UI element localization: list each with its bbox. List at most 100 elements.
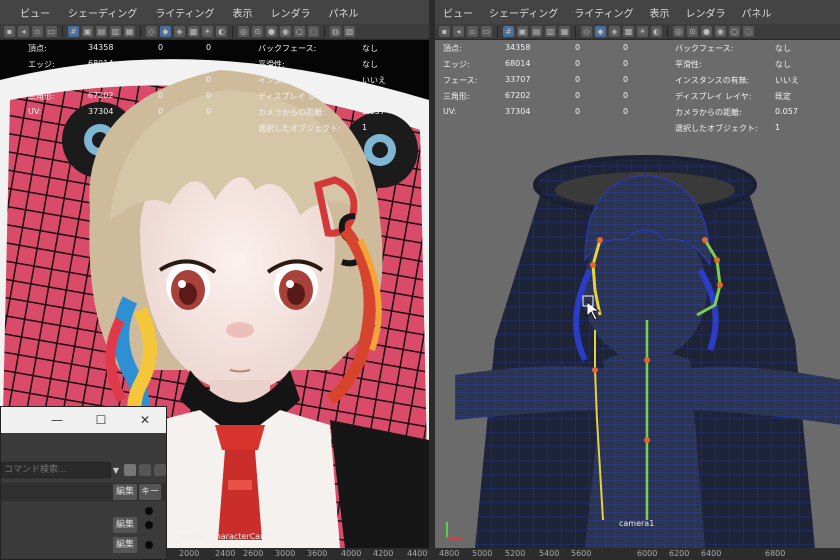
refresh-icon[interactable] [139,464,151,476]
hud-row-faces: フェース: 33707 0 0 インスタンスの有無: いいえ [435,75,840,91]
toolbar-separator [575,25,576,38]
hud-value: 0 [206,43,212,52]
timeline-tick: 5400 [539,549,560,558]
image-plane-icon[interactable]: ▭ [46,26,57,37]
film-gate-icon[interactable]: ▣ [517,26,528,37]
maximize-icon[interactable]: ☐ [93,412,109,428]
settings-icon[interactable] [154,464,166,476]
depth-of-field-icon[interactable]: ◌ [308,26,319,37]
camera-icon[interactable]: ▪ [4,26,15,37]
xray-icon[interactable]: ◎ [673,26,684,37]
resolution-gate-icon[interactable]: ▤ [531,26,542,37]
anti-alias-icon[interactable]: ○ [294,26,305,37]
camera-icon[interactable]: ▪ [439,26,450,37]
menu-renderer[interactable]: レンダラ [271,5,311,20]
hud-value: 0 [158,107,164,116]
menu-renderer[interactable]: レンダラ [686,5,726,20]
time-slider[interactable]: 2000 2400 2600 3000 3600 4000 4200 4400 … [167,548,840,560]
menu-show[interactable]: 表示 [233,5,253,20]
hud-row-edges: エッジ: 68014 0 0 平滑性: なし [435,59,840,75]
gate-mask-icon[interactable]: ▥ [110,26,121,37]
hud-row-faces: フェース: 33707 0 0 インスタンスの有無: いいえ [0,75,429,91]
command-search-input[interactable] [1,462,111,478]
depth-of-field-icon[interactable]: ◌ [743,26,754,37]
toolbar-separator [497,25,498,38]
image-plane-icon[interactable]: ▭ [481,26,492,37]
hud-value: 34358 [88,43,114,52]
edit-row-button[interactable]: 編集 [113,517,137,533]
key-column-button[interactable]: キー [139,484,161,500]
edit-row-button[interactable]: 編集 [113,537,137,553]
isolate-select-icon[interactable]: ◍ [330,26,341,37]
motion-blur-icon[interactable]: ◉ [280,26,291,37]
edit-column-button[interactable]: 編集 [113,484,137,500]
motion-blur-icon[interactable]: ◉ [715,26,726,37]
gate-mask-icon[interactable]: ▥ [545,26,556,37]
timeline-tick: 5200 [505,549,526,558]
minimize-icon[interactable]: — [49,412,65,428]
textured-icon[interactable]: ▩ [623,26,634,37]
xray-icon[interactable]: ◎ [238,26,249,37]
xray-joints-icon[interactable]: ⊙ [252,26,263,37]
hud-value: 0 [158,43,164,52]
field-chart-icon[interactable]: ▦ [124,26,135,37]
resolution-gate-icon[interactable]: ▤ [96,26,107,37]
smooth-shade-icon[interactable]: ◆ [160,26,171,37]
close-icon[interactable]: ✕ [137,412,153,428]
menu-shading[interactable]: シェーディング [68,5,137,20]
wireframe-icon[interactable]: ◇ [581,26,592,37]
hud-label: バックフェース: [675,44,734,53]
shadows-icon[interactable]: ◐ [651,26,662,37]
new-command-icon[interactable] [124,464,136,476]
shadows-icon[interactable]: ◐ [216,26,227,37]
camera-attr-icon[interactable]: ◂ [453,26,464,37]
camera-name-label: persp1 (characterCam) [178,532,271,541]
hud-icon[interactable]: ▧ [344,26,355,37]
hud-label: ディスプレイ レイヤ: [258,92,335,101]
menu-panels[interactable]: パネル [329,5,359,20]
window-titlebar[interactable]: — ☐ ✕ [1,407,166,433]
menu-lighting[interactable]: ライティング [155,5,214,20]
hud-label: 頂点: [443,44,462,53]
anti-alias-icon[interactable]: ○ [729,26,740,37]
timeline-tick: 4400 [407,549,428,558]
smooth-shade-icon[interactable]: ◆ [595,26,606,37]
film-gate-icon[interactable]: ▣ [82,26,93,37]
grid-icon[interactable]: # [68,26,79,37]
camera-name-label: camera1 [619,519,655,528]
hud-value: なし [775,60,791,69]
hud-value: 37304 [505,107,531,116]
wireframe-on-shaded-icon[interactable]: ◈ [174,26,185,37]
hud-value: 0 [575,91,581,100]
right-menu-bar: ビュー シェーディング ライティング 表示 レンダラ パネル [435,0,840,24]
lights-icon[interactable]: ☀ [202,26,213,37]
ambient-occlusion-icon[interactable]: ● [266,26,277,37]
timeline-tick: 6800 [765,549,786,558]
right-3d-viewport[interactable]: 頂点: 34358 0 0 バックフェース: なし エッジ: 68014 0 0… [435,40,840,548]
grid-icon[interactable]: # [503,26,514,37]
hud-label: 平滑性: [675,60,702,69]
toolbar-separator [62,25,63,38]
hud-row-selected: 選択したオブジェクト: 1 [0,123,429,139]
camera-attr-icon[interactable]: ◂ [18,26,29,37]
hud-value: 67202 [88,91,114,100]
hud-value: なし [362,44,378,53]
bookmark-icon[interactable]: ▫ [32,26,43,37]
wireframe-icon[interactable]: ◇ [146,26,157,37]
menu-view[interactable]: ビュー [443,5,473,20]
menu-panels[interactable]: パネル [742,5,772,20]
textured-icon[interactable]: ▩ [188,26,199,37]
field-chart-icon[interactable]: ▦ [559,26,570,37]
wireframe-on-shaded-icon[interactable]: ◈ [609,26,620,37]
bookmark-icon[interactable]: ▫ [467,26,478,37]
ambient-occlusion-icon[interactable]: ● [701,26,712,37]
menu-shading[interactable]: シェーディング [489,5,558,20]
chevron-down-icon[interactable]: ▼ [111,466,121,475]
hud-value: 0 [206,59,212,68]
menu-lighting[interactable]: ライティング [574,5,633,20]
menu-view[interactable]: ビュー [20,5,50,20]
lights-icon[interactable]: ☀ [637,26,648,37]
menu-show[interactable]: 表示 [650,5,670,20]
xray-joints-icon[interactable]: ⊙ [687,26,698,37]
timeline-tick: 4800 [439,549,460,558]
